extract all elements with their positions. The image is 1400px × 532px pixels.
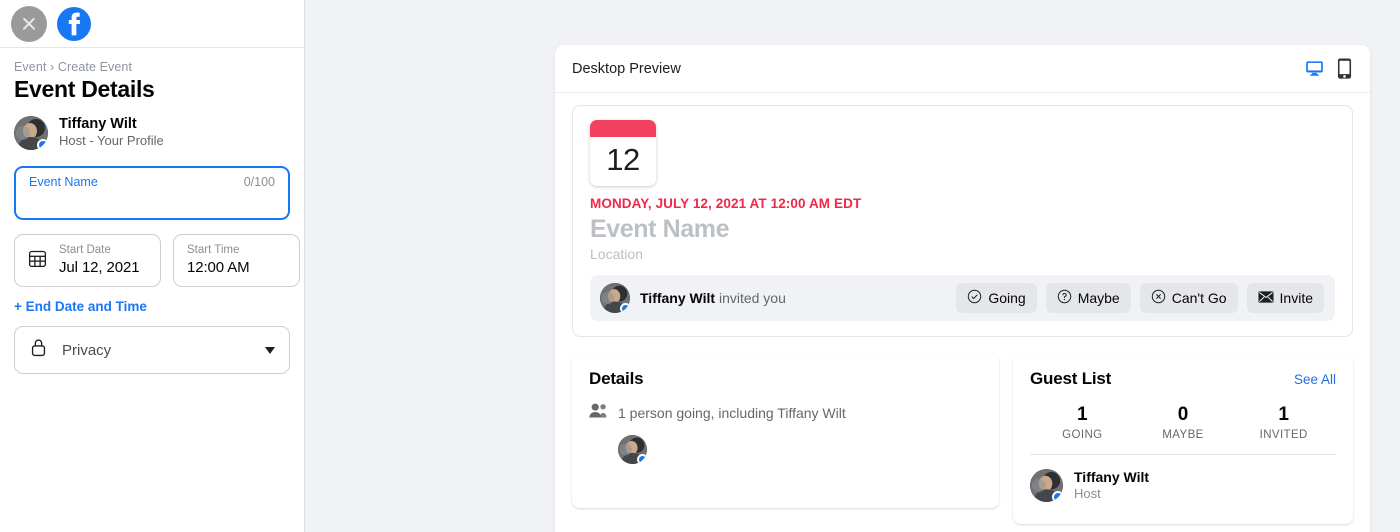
device-toggle-group — [1305, 58, 1352, 79]
cant-go-label: Can't Go — [1171, 290, 1227, 306]
event-location-preview: Location — [590, 246, 643, 262]
maybe-button[interactable]: Maybe — [1045, 283, 1131, 313]
calendar-day: 12 — [606, 141, 640, 177]
datetime-row: Start Date Jul 12, 2021 Start Time 12:00… — [14, 234, 300, 288]
privacy-label: Privacy — [62, 341, 112, 359]
stat-invited-number: 1 — [1278, 404, 1289, 425]
stat-invited-label: INVITED — [1259, 428, 1308, 441]
rsvp-button-group: Going Maybe Can't Go Invite — [956, 283, 1324, 313]
preview-lower-row: Details 1 person going, including Tiffan… — [572, 354, 1353, 524]
preview-header: Desktop Preview — [555, 45, 1370, 93]
event-name-preview: Event Name — [590, 215, 730, 243]
going-summary-text: 1 person going, including Tiffany Wilt — [618, 405, 846, 421]
avatar[interactable] — [618, 435, 647, 464]
avatar — [1030, 468, 1063, 502]
guest-list-title: Guest List — [1030, 369, 1112, 388]
stat-going[interactable]: 1 GOING — [1032, 404, 1133, 441]
start-time-label: Start Time — [187, 244, 240, 257]
stat-maybe-number: 0 — [1177, 404, 1189, 425]
desktop-preview-card: Desktop Preview 12 MONDAY, JULY 12, 2021… — [555, 45, 1370, 532]
calendar-icon-top — [590, 120, 656, 137]
create-event-page: Event › Create Event Event Details Tiffa… — [0, 0, 1400, 532]
sidebar-body: Event › Create Event Event Details Tiffa… — [0, 48, 304, 375]
event-details-sidebar: Event › Create Event Event Details Tiffa… — [0, 0, 305, 532]
check-circle-icon — [967, 289, 982, 307]
host-profile-row: Tiffany Wilt Host - Your Profile — [14, 115, 290, 150]
add-end-datetime-link[interactable]: + End Date and Time — [14, 299, 147, 314]
guest-list-card: Guest List See All 1 GOING 0 MAYBE 1 INV… — [1013, 354, 1353, 524]
stat-maybe-label: MAYBE — [1162, 428, 1204, 441]
rsvp-bar: Tiffany Wilt invited you Going Maybe Can… — [590, 275, 1335, 321]
preview-title: Desktop Preview — [572, 60, 681, 77]
details-title: Details — [589, 369, 644, 388]
going-summary-row: 1 person going, including Tiffany Wilt — [589, 403, 982, 423]
host-texts: Tiffany Wilt Host - Your Profile — [59, 115, 164, 150]
avatar — [600, 283, 630, 313]
event-name-counter: 0/100 — [243, 175, 275, 190]
people-icon — [589, 403, 608, 423]
lock-icon — [29, 337, 48, 363]
close-icon[interactable] — [11, 5, 47, 42]
guest-list-header: Guest List See All — [1030, 369, 1336, 389]
question-circle-icon — [1057, 289, 1072, 307]
see-all-link[interactable]: See All — [1294, 372, 1336, 387]
event-preview-box: 12 MONDAY, JULY 12, 2021 AT 12:00 AM EDT… — [572, 105, 1353, 337]
event-name-input[interactable]: Event Name 0/100 — [14, 166, 290, 221]
details-card: Details 1 person going, including Tiffan… — [572, 354, 999, 508]
profile-badge-icon — [1052, 490, 1063, 502]
start-date-picker[interactable]: Start Date Jul 12, 2021 — [14, 234, 161, 288]
host-name: Tiffany Wilt — [59, 116, 137, 132]
profile-badge-icon — [37, 138, 48, 150]
facebook-logo[interactable] — [57, 6, 91, 41]
sidebar-header — [0, 0, 304, 48]
envelope-icon — [1258, 290, 1274, 307]
guest-name: Tiffany Wilt — [1074, 468, 1150, 485]
going-button[interactable]: Going — [956, 283, 1037, 313]
guest-texts: Tiffany Wilt Host — [1074, 468, 1149, 503]
list-item[interactable]: Tiffany Wilt Host — [1030, 468, 1336, 503]
host-subtitle: Host - Your Profile — [59, 133, 164, 149]
start-date-value: Jul 12, 2021 — [59, 258, 140, 276]
guest-role: Host — [1074, 485, 1101, 501]
attendee-avatars — [589, 435, 982, 464]
start-time-value: 12:00 AM — [187, 258, 250, 276]
start-date-label: Start Date — [59, 244, 111, 257]
rsvp-invited-suffix: invited you — [715, 290, 786, 306]
chevron-down-icon — [265, 346, 275, 354]
page-title: Event Details — [14, 76, 155, 102]
calendar-date-icon: 12 — [590, 120, 656, 186]
rsvp-inviter-name: Tiffany Wilt — [640, 290, 716, 306]
preview-area: Desktop Preview 12 MONDAY, JULY 12, 2021… — [305, 0, 1400, 532]
event-datetime: MONDAY, JULY 12, 2021 AT 12:00 AM EDT — [590, 196, 862, 211]
start-time-texts: Start Time 12:00 AM — [187, 243, 250, 277]
going-label: Going — [988, 290, 1026, 306]
stat-going-number: 1 — [1077, 404, 1088, 425]
stat-going-label: GOING — [1062, 428, 1103, 441]
mobile-icon[interactable] — [1337, 58, 1352, 79]
x-circle-icon — [1151, 289, 1166, 307]
maybe-label: Maybe — [1077, 290, 1120, 306]
calendar-icon — [27, 248, 48, 274]
profile-badge-icon — [637, 454, 647, 464]
stat-maybe[interactable]: 0 MAYBE — [1133, 404, 1234, 441]
start-time-picker[interactable]: Start Time 12:00 AM — [173, 234, 300, 288]
guest-divider — [1030, 453, 1336, 455]
invite-label: Invite — [1279, 290, 1313, 306]
privacy-select[interactable]: Privacy — [14, 326, 290, 375]
profile-badge-icon — [620, 303, 630, 313]
event-name-label: Event Name — [29, 175, 98, 190]
invite-button[interactable]: Invite — [1246, 283, 1324, 313]
start-date-texts: Start Date Jul 12, 2021 — [59, 243, 140, 277]
rsvp-invited-text: Tiffany Wilt invited you — [640, 290, 946, 306]
breadcrumb: Event › Create Event — [14, 60, 133, 74]
desktop-icon[interactable] — [1305, 59, 1324, 78]
avatar — [14, 115, 48, 150]
guest-stats: 1 GOING 0 MAYBE 1 INVITED — [1030, 404, 1336, 441]
cant-go-button[interactable]: Can't Go — [1139, 283, 1238, 313]
stat-invited[interactable]: 1 INVITED — [1233, 404, 1334, 441]
